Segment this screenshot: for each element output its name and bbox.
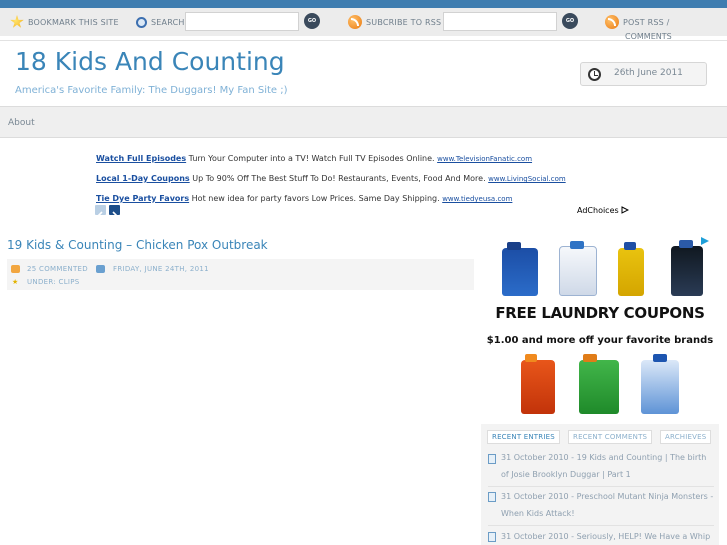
post-date: FRIDAY, JUNE 24TH, 2011 [113,265,209,273]
ad-row[interactable]: Local 1-Day Coupons Up To 90% Off The Be… [96,173,566,193]
sidebar-widget: RECENT ENTRIES RECENT COMMENTS ARCHIEVES… [481,424,719,545]
post-meta: 25 COMMENTED FRIDAY, JUNE 24TH, 2011 ★ U… [7,259,474,290]
rss-icon [605,15,619,29]
ad-row[interactable]: Tie Dye Party Favors Hot new idea for pa… [96,193,566,213]
ad-subline: $1.00 and more off your favorite brands [486,335,714,346]
ad-title[interactable]: Watch Full Episodes [96,154,186,163]
search-input[interactable] [185,12,299,31]
tab-recent-entries[interactable]: RECENT ENTRIES [487,430,560,444]
rss-icon [348,15,362,29]
subscribe-go-button[interactable]: GO [562,13,578,29]
search-go-button[interactable]: GO [304,13,320,29]
ad-text: Turn Your Computer into a TV! Watch Full… [186,154,438,163]
sidebar-entry[interactable]: 31 October 2010 - Seriously, HELP! We Ha… [501,528,715,545]
tide-bottle-icon [521,354,555,414]
ad-prev-arrow-icon[interactable] [95,205,106,219]
search-icon [136,16,147,28]
bookmark-link[interactable]: BOOKMARK THIS SITE [10,8,119,36]
calendar-icon [96,265,105,273]
ad-row[interactable]: Watch Full Episodes Turn Your Computer i… [96,153,566,173]
ad-title[interactable]: Tie Dye Party Favors [96,194,189,203]
gain-bottle-icon [579,354,619,414]
site-tagline: America's Favorite Family: The Duggars! … [15,85,288,96]
subscribe-label: SUBCRIBE TO RSS [366,17,442,27]
top-strip [0,0,727,8]
ad-text: Hot new idea for party favors Low Prices… [189,194,443,203]
ad-url[interactable]: www.TelevisionFanatic.com [437,155,532,163]
search-label-group: SEARCH [136,8,185,36]
date-box: 26th June 2011 [580,62,707,86]
post-title[interactable]: 19 Kids & Counting – Chicken Pox Outbrea… [7,238,268,252]
site-title[interactable]: 18 Kids And Counting [15,47,285,76]
all-bottle-icon [618,242,644,296]
subscribe-email-input[interactable] [443,12,557,31]
blue-bottle-icon [641,354,679,414]
divider [488,525,714,526]
star-icon [10,15,24,28]
document-icon [488,532,496,542]
main-nav: About [0,106,727,138]
nav-item-about[interactable]: About [8,118,35,128]
subscribe-rss-group: SUBCRIBE TO RSS [348,8,441,36]
search-label: SEARCH [151,17,185,27]
current-date: 26th June 2011 [614,68,683,78]
sidebar-entry[interactable]: 31 October 2010 - Preschool Mutant Ninja… [501,488,715,522]
ad-url[interactable]: www.LivingSocial.com [488,175,566,183]
adchoices-label: AdChoices [577,206,619,215]
ad-text: Up To 90% Off The Best Stuff To Do! Rest… [189,174,489,183]
divider [488,486,714,487]
ad-title[interactable]: Local 1-Day Coupons [96,174,190,183]
ad-headline: FREE LAUNDRY COUPONS [495,304,705,322]
ad-next-arrow-icon[interactable] [109,205,120,219]
document-icon [488,454,496,464]
post-rss-label: POST RSS / [623,17,670,27]
comments-icon [11,265,20,273]
tab-archives[interactable]: ARCHIEVES [660,430,712,444]
top-toolbar: BOOKMARK THIS SITE SEARCH GO SUBCRIBE TO… [0,8,727,36]
clock-icon [588,68,601,81]
adchoices-triangle-icon [621,206,630,214]
ad-url[interactable]: www.tiedyeusa.com [442,195,512,203]
tab-recent-comments[interactable]: RECENT COMMENTS [568,430,653,444]
sidebar-entry[interactable]: 31 October 2010 - 19 Kids and Counting |… [501,449,715,483]
adchoices-link[interactable]: AdChoices [577,206,630,215]
clorox-bottle-icon [559,241,597,296]
comments-count[interactable]: 25 COMMENTED [27,265,88,273]
tag-star-icon: ★ [12,278,19,286]
purex-bottle-icon [502,242,538,296]
snuggle-bottle-icon [671,240,703,296]
document-icon [488,492,496,502]
laundry-display-ad[interactable]: FREE LAUNDRY COUPONS $1.00 and more off … [481,232,719,422]
text-ad-block: Watch Full Episodes Turn Your Computer i… [96,153,566,213]
post-category[interactable]: UNDER: CLIPS [27,278,80,286]
ad-info-triangle-icon[interactable] [700,236,710,246]
bookmark-label: BOOKMARK THIS SITE [28,17,119,27]
